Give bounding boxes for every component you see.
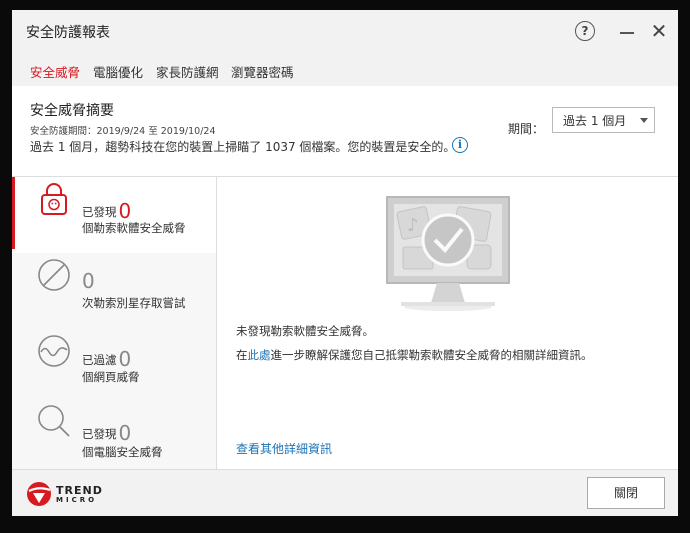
stat-description: 個網頁威脅 [82, 370, 140, 384]
stat-web-threats[interactable]: 已過濾 0 個網頁威脅 [12, 329, 216, 405]
stat-access-attempts[interactable]: 0 次勒索別星存取嘗試 [12, 253, 216, 329]
svg-text:♪: ♪ [407, 215, 419, 236]
scan-summary: 過去 1 個月，趨勢科技在您的裝置上掃瞄了 1037 個檔案。您的裝置是安全的。 [30, 140, 456, 154]
web-wave-icon [38, 335, 70, 367]
title-bar: 安全防護報表 ? ✕ [12, 10, 678, 52]
close-button[interactable]: 關閉 [587, 477, 665, 509]
stat-description: 個電腦安全威脅 [82, 445, 163, 459]
stats-sidebar: 已發現0 個勒索軟體安全威脅 0 次勒索別星存取嘗試 已過濾0 個網頁威脅 [12, 177, 217, 469]
magnifier-icon [38, 405, 70, 437]
window-title: 安全防護報表 [26, 25, 110, 41]
summary-header: 安全威脅摘要 安全防護期間：2019/9/24 至 2019/10/24 過去 … [12, 86, 678, 177]
screen-frame: 安全防護報表 ? ✕ 安全威脅 電腦優化 家長防護網 瀏覽器密碼 安全威脅摘要 … [0, 0, 690, 533]
details-panel: ♪ 未發現勒索軟體安全威脅。 在此處進一步瞭解保護您自己抵禦勒索軟體安全威脅的相… [217, 177, 678, 469]
minimize-button[interactable] [616, 20, 638, 42]
close-window-button[interactable]: ✕ [648, 19, 670, 43]
web-threats-count: 0 [118, 347, 132, 371]
report-window: 安全防護報表 ? ✕ 安全威脅 電腦優化 家長防護網 瀏覽器密碼 安全威脅摘要 … [12, 10, 678, 516]
view-more-details-link[interactable]: 查看其他詳細資訊 [236, 440, 332, 457]
protection-period: 安全防護期間：2019/9/24 至 2019/10/24 [30, 126, 216, 137]
blocked-circle-icon [38, 259, 70, 291]
trend-micro-ball-icon [27, 482, 51, 506]
ransomware-lock-icon [41, 183, 67, 215]
stat-prefix: 已過濾 [82, 353, 117, 367]
safe-monitor-illustration: ♪ [386, 196, 510, 311]
stat-ransomware[interactable]: 已發現 0 個勒索軟體安全威脅 [12, 177, 216, 253]
stat-pc-threats[interactable]: 已發現 0 個電腦安全威脅 [12, 401, 216, 477]
tab-parental-controls[interactable]: 家長防護網 [156, 62, 219, 81]
stat-description: 次勒索別星存取嘗試 [82, 296, 186, 310]
period-value: 過去 1 個月 [563, 114, 627, 128]
pc-threats-count: 0 [118, 421, 132, 445]
stat-prefix: 已發現 [82, 427, 117, 441]
summary-title: 安全威脅摘要 [30, 103, 114, 119]
tab-bar: 安全威脅 電腦優化 家長防護網 瀏覽器密碼 [12, 52, 678, 86]
info-icon[interactable]: i [452, 137, 468, 153]
no-threats-message: 未發現勒索軟體安全威脅。 [236, 324, 374, 338]
period-dropdown[interactable]: 過去 1 個月 [552, 107, 655, 133]
footer-bar: TREND MICRO 關閉 [12, 469, 678, 516]
tab-browser-passwords[interactable]: 瀏覽器密碼 [231, 62, 294, 81]
learn-more-link[interactable]: 此處 [248, 348, 271, 362]
stat-prefix: 已發現 [82, 205, 117, 219]
tab-pc-optimization[interactable]: 電腦優化 [93, 62, 143, 81]
learn-more-text: 在此處進一步瞭解保護您自己抵禦勒索軟體安全威脅的相關詳細資訊。 [236, 348, 593, 362]
trend-micro-logo: TREND MICRO [26, 478, 116, 510]
help-button[interactable]: ? [574, 20, 596, 42]
stat-description: 個勒索軟體安全威脅 [82, 221, 186, 235]
period-label: 期間： [508, 122, 545, 136]
help-icon: ? [575, 21, 595, 41]
tab-security-threats[interactable]: 安全威脅 [30, 62, 80, 81]
chevron-down-icon [640, 118, 648, 123]
minimize-icon [620, 32, 634, 34]
access-attempts-count: 0 [82, 269, 95, 293]
